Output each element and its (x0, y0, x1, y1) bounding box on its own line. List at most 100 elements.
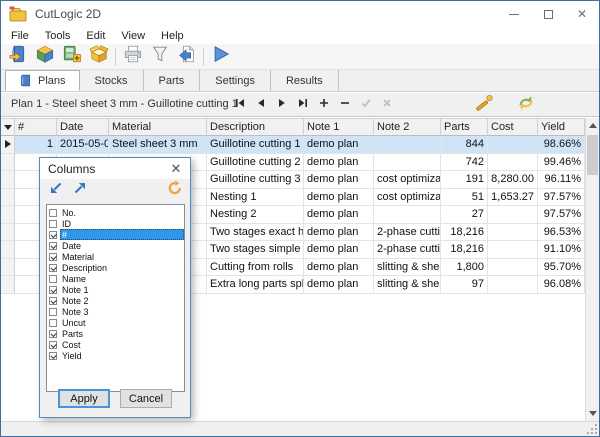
column-option-date[interactable]: Date (47, 240, 184, 251)
arrow-down-left-button[interactable] (45, 181, 66, 200)
toolbar-separator (115, 48, 116, 66)
column-option-material[interactable]: Material (47, 251, 184, 262)
column-option-description[interactable]: Description (47, 262, 184, 273)
arrow-up-right-button[interactable] (69, 181, 90, 200)
checkbox-unchecked[interactable] (49, 275, 57, 283)
open-plans-button[interactable] (4, 45, 31, 69)
column-chooser-button[interactable] (1, 119, 15, 136)
run-button[interactable] (207, 45, 234, 69)
column-option-note-3[interactable]: Note 3 (47, 306, 184, 317)
checkbox-checked[interactable] (49, 264, 57, 272)
checkbox-checked[interactable] (49, 242, 57, 250)
column-option--[interactable]: # (47, 229, 184, 240)
cell-yield: 96.08% (538, 276, 585, 294)
scroll-down-button[interactable] (586, 406, 599, 421)
tab-parts[interactable]: Parts (144, 70, 201, 91)
title-bar[interactable]: CutLogic 2D ✕ (1, 1, 599, 27)
checkbox-unchecked[interactable] (49, 308, 57, 316)
column-header-note-1[interactable]: Note 1 (304, 119, 374, 136)
checkbox-unchecked[interactable] (49, 209, 57, 217)
checkbox-checked[interactable] (49, 286, 57, 294)
cell-parts: 51 (441, 189, 488, 207)
cell-cost (488, 154, 538, 172)
column-header-parts[interactable]: Parts (441, 119, 488, 136)
delete-record-button[interactable] (339, 98, 351, 110)
cancel-button[interactable]: Cancel (120, 389, 172, 408)
filter-button[interactable] (146, 45, 173, 69)
checkbox-checked[interactable] (49, 297, 57, 305)
column-header-yield[interactable]: Yield (538, 119, 585, 136)
refresh-button[interactable] (164, 181, 185, 200)
checkbox-checked[interactable] (49, 231, 57, 239)
apply-button[interactable]: Apply (58, 389, 110, 408)
open-plans-icon (8, 44, 28, 69)
menu-view[interactable]: View (113, 29, 153, 43)
chevron-down-icon (589, 411, 597, 416)
tab-results[interactable]: Results (271, 70, 339, 91)
checkbox-checked[interactable] (49, 352, 57, 360)
tab-stocks[interactable]: Stocks (80, 70, 144, 91)
column-option-note-2[interactable]: Note 2 (47, 295, 184, 306)
record-navigator (234, 96, 393, 112)
vertical-scrollbar[interactable] (585, 118, 599, 421)
print-button[interactable] (119, 45, 146, 69)
cell-yield: 96.53% (538, 224, 585, 242)
menu-file[interactable]: File (3, 29, 37, 43)
optimize-wand-button[interactable] (471, 94, 497, 115)
column-option-name[interactable]: Name (47, 273, 184, 284)
table-row[interactable]: 12015-05-05Steel sheet 3 mmGuillotine cu… (1, 136, 585, 154)
column-header-note-2[interactable]: Note 2 (374, 119, 441, 136)
column-header--[interactable]: # (15, 119, 57, 136)
close-button[interactable]: ✕ (565, 1, 599, 27)
cell--: 1 (15, 136, 57, 154)
tab-label: Results (286, 75, 323, 87)
menu-tools[interactable]: Tools (37, 29, 79, 43)
cell-yield: 97.57% (538, 189, 585, 207)
checkbox-unchecked[interactable] (49, 220, 57, 228)
parts-box-button[interactable] (85, 45, 112, 69)
column-option-yield[interactable]: Yield (47, 350, 184, 361)
prev-record-button[interactable] (255, 98, 267, 110)
menu-edit[interactable]: Edit (78, 29, 113, 43)
column-option-id[interactable]: ID (47, 218, 184, 229)
resize-grip[interactable] (587, 424, 597, 434)
menu-help[interactable]: Help (153, 29, 192, 43)
column-option-cost[interactable]: Cost (47, 339, 184, 350)
recalculate-button[interactable] (513, 94, 539, 115)
next-record-button[interactable] (276, 98, 288, 110)
column-option-label: ID (60, 218, 184, 229)
tab-settings[interactable]: Settings (200, 70, 271, 91)
last-record-button[interactable] (297, 98, 309, 110)
scrollbar-thumb[interactable] (587, 135, 598, 175)
add-stock-button[interactable] (58, 45, 85, 69)
stock-cube-button[interactable] (31, 45, 58, 69)
column-option-uncut[interactable]: Uncut (47, 317, 184, 328)
checkbox-checked[interactable] (49, 253, 57, 261)
cell-note-2: cost optimization (374, 189, 441, 207)
column-option-parts[interactable]: Parts (47, 328, 184, 339)
checkbox-checked[interactable] (49, 330, 57, 338)
column-header-description[interactable]: Description (207, 119, 304, 136)
column-header-date[interactable]: Date (57, 119, 109, 136)
column-option-label: Date (60, 240, 184, 251)
checkbox-checked[interactable] (49, 341, 57, 349)
cell-note-2: 2-phase cutting (374, 241, 441, 259)
scroll-up-button[interactable] (586, 118, 599, 133)
maximize-button[interactable] (531, 1, 565, 27)
checkbox-unchecked[interactable] (49, 319, 57, 327)
column-header-material[interactable]: Material (109, 119, 207, 136)
row-indicator (1, 241, 15, 259)
column-option-note-1[interactable]: Note 1 (47, 284, 184, 295)
column-option-no-[interactable]: No. (47, 207, 184, 218)
plan-bar: Plan 1 - Steel sheet 3 mm - Guillotine c… (1, 93, 599, 117)
import-button[interactable] (173, 45, 200, 69)
column-option-label: Yield (60, 350, 184, 361)
tab-plans[interactable]: Plans (5, 70, 80, 91)
add-record-button[interactable] (318, 98, 330, 110)
column-header-cost[interactable]: Cost (488, 119, 538, 136)
dialog-title: Columns (48, 162, 95, 176)
dialog-close-button[interactable]: ✕ (162, 158, 190, 179)
first-record-button[interactable] (234, 98, 246, 110)
dialog-title-bar[interactable]: Columns ✕ (40, 158, 190, 179)
minimize-button[interactable] (497, 1, 531, 27)
